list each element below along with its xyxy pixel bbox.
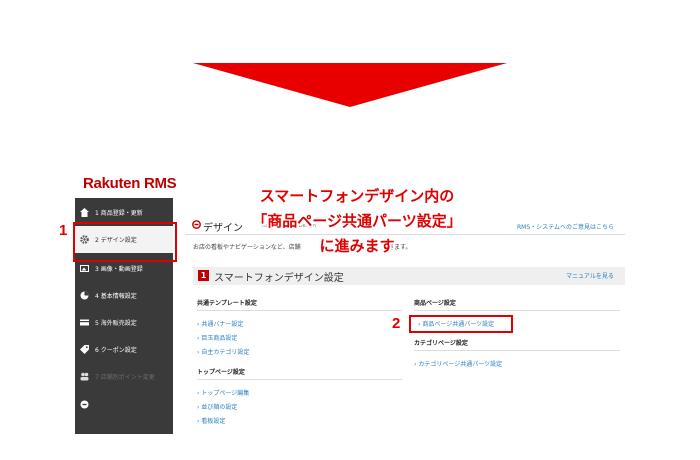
down-arrow-icon bbox=[193, 63, 507, 107]
link-label: 並び順の設定 bbox=[201, 404, 238, 411]
tag-icon bbox=[80, 345, 89, 354]
home-icon bbox=[80, 208, 89, 217]
product-page-heading: 商品ページ設定 bbox=[414, 300, 456, 307]
divider bbox=[414, 350, 620, 351]
link-label: 共通バナー設定 bbox=[201, 321, 244, 328]
feedback-link[interactable]: RMS・システムへのご意見はこちら bbox=[517, 222, 614, 231]
link-top-page-edit[interactable]: › トップページ編集 bbox=[197, 388, 249, 397]
caption-line-2: 「商品ページ共通パーツ設定」 bbox=[252, 212, 462, 230]
caption-line-3: に進みます bbox=[319, 237, 395, 255]
link-label: 目玉商品設定 bbox=[201, 335, 238, 342]
link-category-common-parts[interactable]: › カテゴリページ共通パーツ設定 bbox=[414, 359, 502, 368]
section-number-badge: 1 bbox=[198, 270, 209, 281]
sidebar-item-label: 4 基本情報設定 bbox=[95, 293, 137, 300]
design-section-icon bbox=[192, 220, 201, 229]
highlight-box-product-common-parts bbox=[409, 315, 513, 333]
sidebar-item-label: 7 店舗別ポイント変更 bbox=[95, 374, 155, 381]
sidebar-item-label: 1 商品登録・更新 bbox=[95, 210, 143, 217]
sidebar-item-label: 3 画像・動画登録 bbox=[95, 266, 143, 273]
sidebar-item-other[interactable] bbox=[75, 391, 173, 418]
common-template-heading: 共通テンプレート設定 bbox=[197, 300, 257, 307]
circle-icon bbox=[80, 400, 89, 409]
highlight-box-design-settings bbox=[73, 222, 177, 262]
manual-link[interactable]: マニュアルを見る bbox=[566, 271, 614, 280]
sidebar-item-store-points[interactable]: 7 店舗別ポイント変更 bbox=[75, 363, 173, 390]
sidebar-item-overseas-sales[interactable]: 5 海外販売設定 bbox=[75, 309, 173, 336]
rakuten-rms-logo: Rakuten RMS bbox=[83, 175, 177, 192]
link-custom-category[interactable]: › 自主カテゴリ設定 bbox=[197, 347, 249, 356]
category-page-heading: カテゴリページ設定 bbox=[414, 340, 468, 347]
caption-line-1: スマートフォンデザイン内の bbox=[259, 187, 455, 205]
step-number-2: 2 bbox=[392, 315, 401, 332]
link-label: 自主カテゴリ設定 bbox=[201, 349, 250, 356]
sidebar-item-label: 5 海外販売設定 bbox=[95, 320, 137, 327]
link-label: 看板設定 bbox=[201, 418, 226, 425]
link-label: カテゴリページ共通パーツ設定 bbox=[418, 361, 503, 368]
divider bbox=[197, 379, 402, 380]
link-featured-product[interactable]: › 目玉商品設定 bbox=[197, 333, 237, 342]
link-common-banner[interactable]: › 共通バナー設定 bbox=[197, 319, 243, 328]
sidebar-item-label: 6 クーポン設定 bbox=[95, 347, 137, 354]
link-label: トップページ編集 bbox=[201, 390, 250, 397]
link-sort-order[interactable]: › 並び順の設定 bbox=[197, 402, 237, 411]
card-icon bbox=[80, 318, 89, 327]
step-number-1: 1 bbox=[59, 222, 68, 239]
image-icon bbox=[80, 264, 89, 273]
sidebar-item-basic-info[interactable]: 4 基本情報設定 bbox=[75, 282, 173, 309]
sidebar-item-coupon[interactable]: 6 クーポン設定 bbox=[75, 336, 173, 363]
section-title: スマートフォンデザイン設定 bbox=[214, 273, 344, 284]
link-signboard[interactable]: › 看板設定 bbox=[197, 416, 225, 425]
top-page-heading: トップページ設定 bbox=[197, 369, 245, 376]
users-icon bbox=[80, 372, 89, 381]
chart-icon bbox=[80, 291, 89, 300]
divider bbox=[197, 310, 402, 311]
divider bbox=[414, 310, 620, 311]
